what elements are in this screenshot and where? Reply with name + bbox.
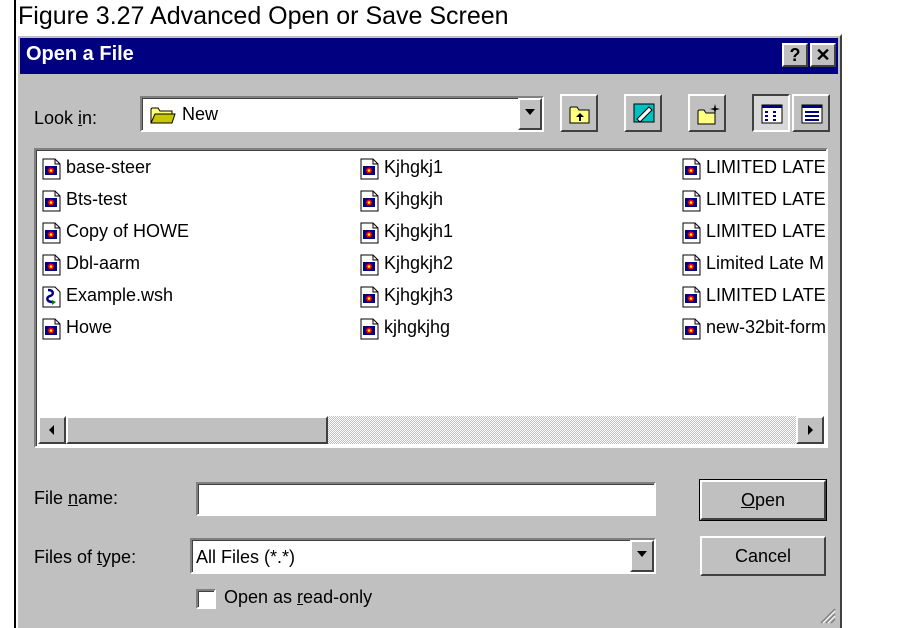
open-button[interactable]: Open (699, 479, 827, 521)
document-icon (360, 190, 380, 217)
document-icon (682, 318, 702, 345)
document-icon (42, 158, 62, 185)
file-name-text: base-steer (66, 157, 152, 177)
title-bar[interactable]: Open a File ? ✕ (20, 38, 838, 74)
close-button[interactable]: ✕ (810, 43, 836, 67)
script-icon (42, 286, 62, 313)
file-name-text: Copy of HOWE (66, 221, 190, 241)
read-only-label[interactable]: Open as read-only (224, 587, 372, 608)
figure-caption: Figure 3.27 Advanced Open or Save Screen (18, 2, 509, 30)
resize-grip-icon[interactable] (818, 606, 836, 624)
dialog-title: Open a File (26, 43, 134, 65)
document-icon (42, 190, 62, 217)
folder-icon (150, 107, 176, 124)
file-name-text: Limited Late M (706, 253, 825, 273)
file-name-text: Howe (66, 317, 113, 337)
scroll-left-button[interactable] (38, 416, 66, 444)
look-in-value: New (182, 104, 219, 124)
file-name-text: Kjhgkjh2 (384, 253, 454, 273)
file-name-text: LIMITED LATE (706, 285, 826, 305)
file-name-label: File name: (34, 488, 119, 508)
file-list[interactable]: base-steer Bts-test Copy of HOWE Dbl-aarm Ex… (34, 148, 828, 448)
file-list-area: base-steer Bts-test Copy of HOWE Dbl-aarm Ex… (36, 150, 826, 416)
arrow-left-icon (49, 425, 54, 435)
arrow-right-icon (808, 425, 813, 435)
document-icon (360, 158, 380, 185)
look-in-combo[interactable]: New (140, 96, 544, 132)
file-name-text: kjhgkjhg (384, 317, 451, 337)
document-icon (360, 318, 380, 345)
file-name-text: Kjhgkjh (384, 189, 444, 209)
file-name-text: LIMITED LATE (706, 221, 826, 241)
details-view-button[interactable] (792, 94, 830, 132)
new-folder-button[interactable] (688, 94, 726, 132)
details-view-icon (801, 104, 823, 124)
file-name-text: Kjhgkj1 (384, 157, 444, 177)
file-type-dropdown-button[interactable] (630, 540, 654, 572)
new-folder-icon (697, 104, 720, 125)
file-name-text: Example.wsh (66, 285, 174, 305)
document-icon (360, 286, 380, 313)
file-name-text: Bts-test (66, 189, 128, 209)
document-icon (360, 254, 380, 281)
document-icon (42, 318, 62, 345)
document-icon (42, 222, 62, 249)
document-icon (682, 158, 702, 185)
list-view-button[interactable] (752, 94, 790, 132)
file-name-input[interactable] (196, 482, 656, 516)
list-view-icon (761, 104, 783, 124)
document-icon (42, 254, 62, 281)
file-type-label: Files of type: (34, 547, 137, 567)
document-icon (682, 222, 702, 249)
file-type-value: All Files (*.*) (196, 547, 296, 567)
look-in-label: Look in: (34, 108, 98, 128)
file-name-text: LIMITED LATE (706, 157, 826, 177)
scroll-right-button[interactable] (796, 416, 824, 444)
file-name-text: Dbl-aarm (66, 253, 141, 273)
scroll-thumb[interactable] (66, 416, 328, 444)
open-file-dialog: Open a File ? ✕ Look in: New base-steer … (16, 34, 842, 628)
up-folder-icon (569, 106, 590, 124)
file-name-text: new-32bit-form (706, 317, 826, 337)
desktop-button[interactable] (624, 94, 662, 132)
cancel-button[interactable]: Cancel (700, 536, 826, 576)
file-name-text: Kjhgkjh3 (384, 285, 454, 305)
read-only-checkbox[interactable] (196, 589, 216, 609)
file-type-combo[interactable]: All Files (*.*) (190, 538, 656, 574)
document-icon (360, 222, 380, 249)
desktop-icon (633, 103, 655, 123)
help-button[interactable]: ? (782, 43, 808, 67)
document-icon (682, 254, 702, 281)
up-one-level-button[interactable] (560, 94, 598, 132)
document-icon (682, 286, 702, 313)
file-name-text: Kjhgkjh1 (384, 221, 454, 241)
document-icon (682, 190, 702, 217)
horizontal-scrollbar[interactable] (38, 416, 824, 444)
file-name-text: LIMITED LATE (706, 189, 826, 209)
look-in-dropdown-button[interactable] (518, 98, 542, 130)
